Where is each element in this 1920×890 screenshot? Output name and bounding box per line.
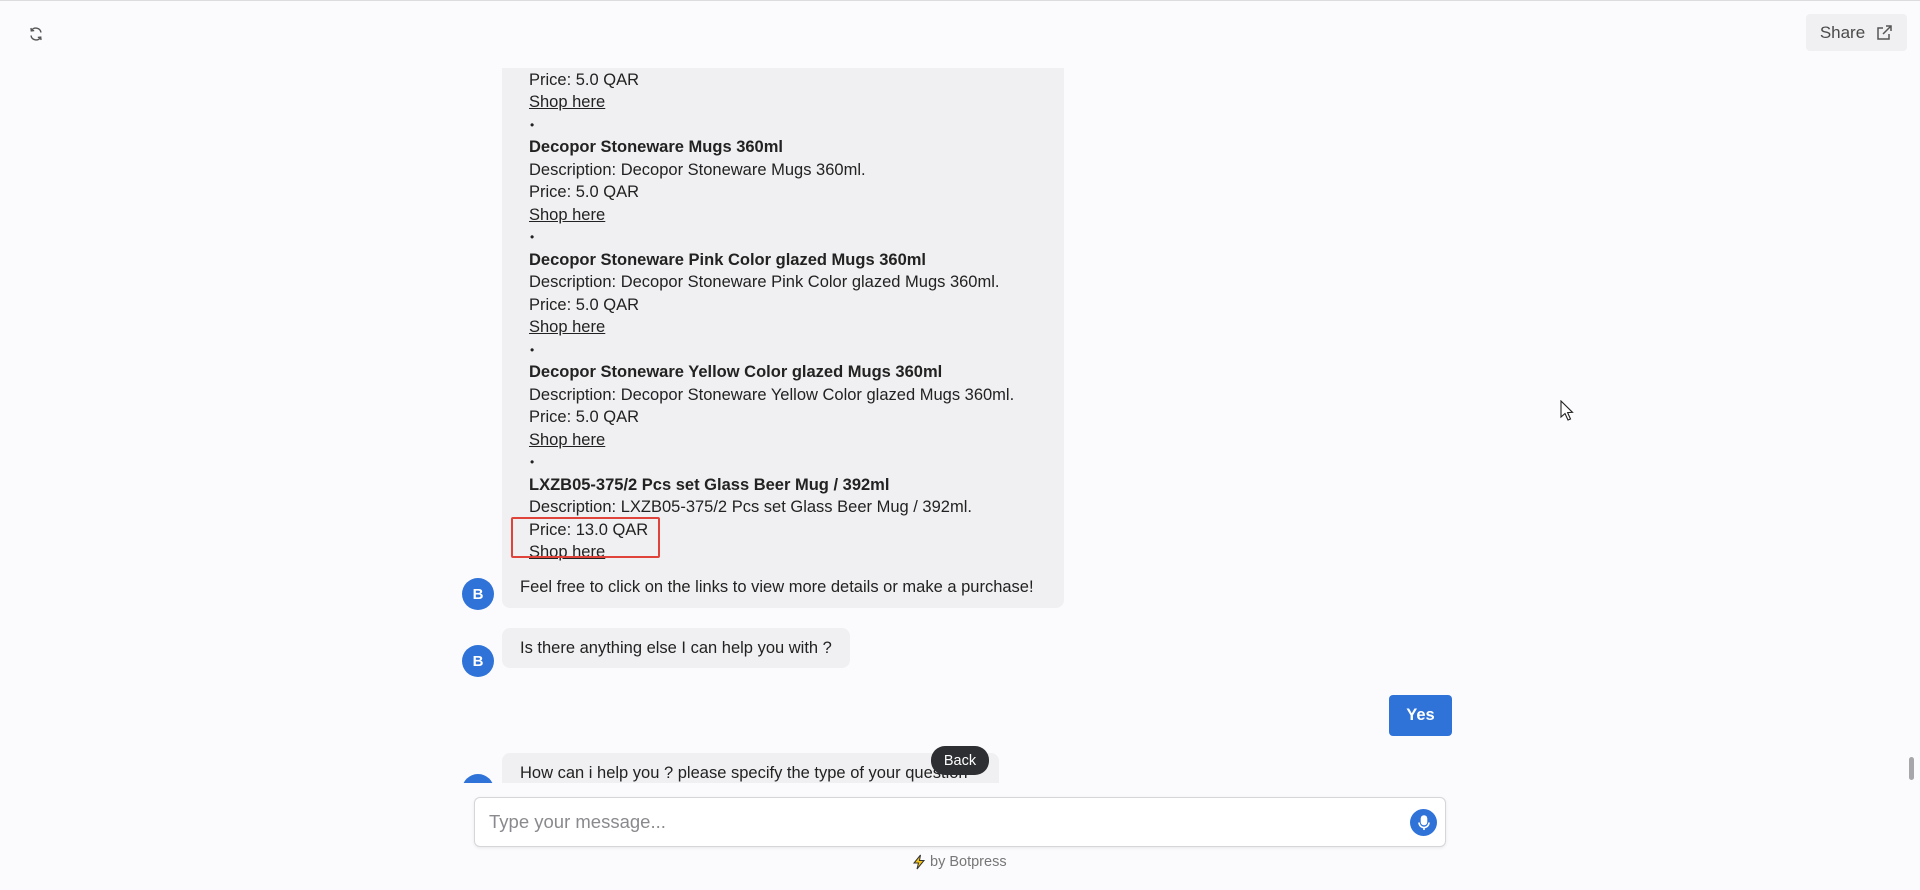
help-question-text: Is there anything else I can help you wi… bbox=[520, 638, 832, 657]
bot-avatar: B bbox=[462, 645, 494, 677]
bot-avatar: B bbox=[462, 774, 494, 783]
chat-transcript[interactable]: Description: Decopor Stoneware Mugs 360m… bbox=[0, 68, 1920, 783]
external-link-icon bbox=[1877, 24, 1892, 40]
product-link-line[interactable]: Shop here bbox=[529, 204, 1049, 227]
product-bullet-line: • bbox=[530, 230, 535, 244]
product-link-line[interactable]: Shop here bbox=[529, 91, 1049, 114]
product-desc-line: Description: LXZB05-375/2 Pcs set Glass … bbox=[529, 498, 972, 516]
bot-message-help: Is there anything else I can help you wi… bbox=[502, 628, 850, 668]
powered-by-botpress[interactable]: by Botpress bbox=[912, 854, 1007, 870]
product-desc-line: Description: Decopor Stoneware Pink Colo… bbox=[529, 273, 1000, 291]
lightning-icon bbox=[912, 854, 926, 870]
user-reply-text: Yes bbox=[1406, 706, 1435, 724]
powered-by-text: by Botpress bbox=[930, 854, 1007, 870]
product-price-line: Price: 5.0 QAR bbox=[529, 183, 640, 201]
share-label: Share bbox=[1819, 22, 1866, 42]
refresh-button[interactable] bbox=[22, 20, 50, 48]
bot-avatar: B bbox=[462, 578, 494, 610]
product-price-line: Price: 5.0 QAR bbox=[529, 408, 640, 426]
shop-here-link[interactable]: Shop here bbox=[529, 543, 605, 561]
product-link-line[interactable]: Shop here bbox=[529, 316, 1049, 339]
shop-here-link[interactable]: Shop here bbox=[529, 431, 605, 449]
product-name-line: Decopor Stoneware Mugs 360ml bbox=[529, 138, 783, 156]
shop-here-link[interactable]: Shop here bbox=[529, 93, 605, 111]
product-list: Description: Decopor Stoneware Mugs 360m… bbox=[529, 68, 1049, 564]
back-button[interactable]: Back bbox=[931, 746, 989, 775]
microphone-button[interactable] bbox=[1410, 809, 1437, 836]
product-desc-line: Description: Decopor Stoneware Mugs 360m… bbox=[529, 160, 866, 179]
product-link-line[interactable]: Shop here bbox=[529, 541, 1049, 564]
product-name-line: Decopor Stoneware Pink Color glazed Mugs… bbox=[529, 250, 927, 269]
closing-text: Feel free to click on the links to view … bbox=[520, 578, 1034, 596]
bot-message-specify: How can i help you ? please specify the … bbox=[502, 753, 999, 783]
user-message-yes: Yes bbox=[1389, 695, 1452, 736]
product-bullet-line: • bbox=[530, 117, 535, 132]
shop-here-link[interactable]: Shop here bbox=[529, 318, 605, 336]
top-border bbox=[0, 0, 1920, 1]
shop-here-link[interactable]: Shop here bbox=[529, 206, 605, 224]
message-composer bbox=[474, 797, 1446, 847]
product-bullet-line: • bbox=[530, 342, 535, 357]
product-link-line[interactable]: Shop here bbox=[529, 429, 1049, 452]
share-button[interactable]: Share bbox=[1806, 14, 1907, 51]
mouse-cursor-icon bbox=[1560, 400, 1574, 421]
product-name-line: LXZB05-375/2 Pcs set Glass Beer Mug / 39… bbox=[529, 475, 890, 494]
refresh-icon bbox=[30, 27, 42, 41]
product-name-line: Decopor Stoneware Yellow Color glazed Mu… bbox=[529, 363, 943, 381]
message-input[interactable] bbox=[489, 798, 1369, 846]
product-price-line: Price: 13.0 QAR bbox=[529, 520, 649, 539]
scrollbar-thumb[interactable] bbox=[1909, 757, 1914, 780]
product-bullet-line: • bbox=[530, 455, 535, 469]
microphone-icon bbox=[1417, 814, 1430, 830]
back-label: Back bbox=[943, 752, 977, 769]
product-price-line: Price: 5.0 QAR bbox=[529, 70, 640, 89]
specify-question-text: How can i help you ? please specify the … bbox=[520, 763, 968, 782]
product-price-line: Price: 5.0 QAR bbox=[529, 295, 640, 314]
product-desc-line: Description: Decopor Stoneware Yellow Co… bbox=[529, 385, 1015, 404]
